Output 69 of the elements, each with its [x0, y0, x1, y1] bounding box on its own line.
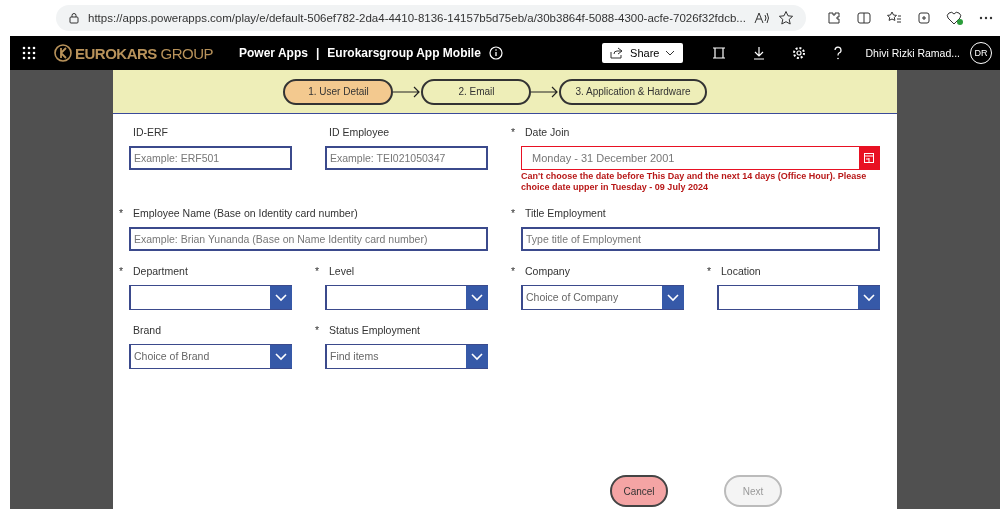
app-name: Power Apps	[239, 46, 308, 60]
text-field[interactable]: Example: ERF501	[129, 146, 292, 170]
required-mark: *	[511, 265, 517, 279]
required-mark: *	[315, 265, 321, 279]
collections-icon[interactable]	[915, 10, 932, 26]
chevron-down-icon[interactable]	[270, 345, 292, 368]
split-screen-icon[interactable]	[855, 10, 872, 26]
field-label: ID-ERF	[133, 126, 168, 140]
text-field[interactable]: Example: Brian Yunanda (Base on Name Identity card number)	[129, 227, 488, 251]
share-icon[interactable]	[610, 47, 625, 59]
chevron-down-icon[interactable]	[270, 286, 292, 309]
field-label: Department	[133, 265, 188, 279]
required-mark: *	[119, 265, 125, 279]
chevron-down-icon[interactable]	[466, 286, 488, 309]
chevron-down-icon[interactable]	[858, 286, 880, 309]
cancel-button[interactable]: Cancel	[610, 475, 668, 507]
logo-icon	[54, 44, 72, 62]
app-launcher-icon[interactable]	[22, 46, 36, 60]
date-field[interactable]: Monday - 31 December 2001	[521, 146, 880, 170]
arrow-icon	[393, 85, 422, 98]
step-tab[interactable]: 2. Email	[421, 78, 532, 105]
field-label: Brand	[133, 324, 162, 338]
step-tab[interactable]: 3. Application & Hardware	[559, 78, 707, 105]
read-aloud-icon[interactable]	[753, 11, 770, 25]
dropdown-field[interactable]: Choice of Company	[521, 285, 684, 310]
extensions-icon[interactable]	[825, 10, 842, 26]
calendar-icon[interactable]	[859, 147, 879, 169]
dropdown-field[interactable]: Find items	[325, 344, 488, 369]
info-icon[interactable]	[488, 46, 503, 60]
help-icon[interactable]	[832, 46, 845, 60]
field-label: Level	[329, 265, 355, 279]
field-label: Company	[525, 265, 570, 279]
dropdown-field[interactable]: Choice of Brand	[129, 344, 292, 369]
favorites-icon[interactable]	[885, 10, 902, 26]
heart-icon[interactable]	[945, 10, 964, 26]
star-icon[interactable]	[777, 10, 794, 26]
required-mark: *	[707, 265, 713, 279]
field-label: ID Employee	[329, 126, 390, 140]
required-mark: *	[511, 126, 517, 140]
chevron-down-icon[interactable]	[466, 345, 488, 368]
dropdown-field[interactable]	[129, 285, 292, 310]
download-icon[interactable]	[752, 46, 767, 60]
settings-icon[interactable]	[792, 46, 807, 60]
fit-screen-icon[interactable]	[712, 46, 727, 60]
lock-icon	[68, 12, 80, 24]
dropdown-field[interactable]	[717, 285, 880, 310]
dropdown-field[interactable]	[325, 285, 488, 310]
app-title: Eurokarsgroup App Mobile	[327, 46, 481, 60]
field-label: Title Employment	[525, 207, 606, 221]
chevron-down-icon[interactable]	[662, 286, 684, 309]
address-bar[interactable]: https://apps.powerapps.com/play/e/default-506ef782-2da4-4410-8136-14157b5d75eb/a/30b3864f-5088-4300-acfe-7026f32fdcb...	[56, 5, 806, 31]
share-button[interactable]: Share	[602, 43, 684, 63]
step-tab[interactable]: 1. User Detail	[283, 78, 394, 105]
required-mark: *	[119, 207, 125, 221]
title-separator: |	[315, 46, 320, 60]
caret-icon[interactable]	[665, 50, 676, 56]
user-name: Dhivi Rizki Ramad...	[865, 47, 960, 59]
required-mark: *	[511, 207, 517, 221]
text-field[interactable]: Example: TEI021050347	[325, 146, 488, 170]
field-label: Date Join	[525, 126, 570, 140]
text-field[interactable]: Type title of Employment	[521, 227, 880, 251]
error-message: Can't choose the date before This Day and the next 14 days (Office Hour). Please choice date upper in Tuesday - 09 July 2024	[521, 171, 868, 193]
field-label: Status Employment	[329, 324, 421, 338]
field-label: Employee Name (Base on Identity card number)	[133, 207, 358, 221]
field-label: Location	[721, 265, 761, 279]
url-text: https://apps.powerapps.com/play/e/default-506ef782-2da4-4410-8136-14157b5d75eb/a/30b3864f-5088-4300-acfe-7026f32fdcb...	[88, 12, 746, 24]
logo-text: EUROKARS GROUP	[75, 44, 214, 62]
arrow-icon	[531, 85, 560, 98]
required-mark: *	[315, 324, 321, 338]
